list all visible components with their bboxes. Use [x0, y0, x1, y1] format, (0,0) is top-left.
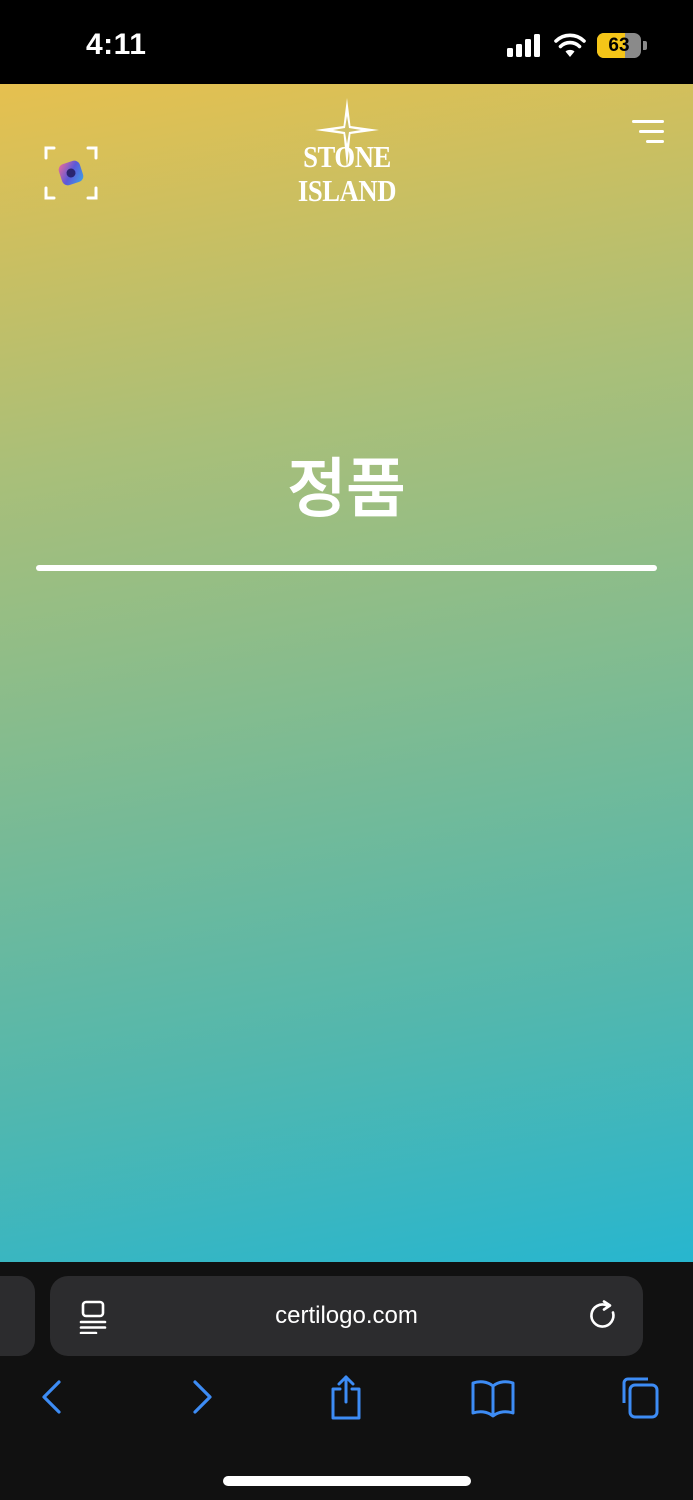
battery-icon: 63	[597, 33, 647, 58]
share-icon[interactable]	[321, 1372, 371, 1422]
brand-name: STONE ISLAND	[297, 139, 397, 208]
tabs-icon[interactable]	[615, 1372, 665, 1422]
address-bar[interactable]: certilogo.com	[50, 1276, 643, 1356]
bookmarks-book-icon[interactable]	[468, 1372, 518, 1422]
scan-frame-icon[interactable]	[44, 146, 98, 200]
url-text: certilogo.com	[275, 1302, 418, 1329]
home-indicator[interactable]	[223, 1476, 471, 1486]
cellular-signal-icon	[507, 33, 543, 57]
hamburger-menu-icon[interactable]	[628, 118, 666, 148]
wifi-icon	[554, 33, 586, 57]
divider	[36, 565, 657, 571]
status-bar: 4:11 63	[0, 0, 693, 84]
previous-tab-peek[interactable]	[0, 1276, 35, 1356]
stone-island-logo[interactable]: STONE ISLAND	[240, 98, 454, 208]
back-chevron-icon[interactable]	[27, 1372, 77, 1422]
forward-chevron-icon[interactable]	[177, 1372, 227, 1422]
status-time: 4:11	[86, 28, 147, 61]
battery-level: 63	[608, 35, 630, 56]
reload-icon[interactable]	[588, 1300, 620, 1332]
authenticity-verdict: 정품	[287, 453, 406, 527]
web-page: STONE ISLAND 정품	[0, 84, 693, 1262]
